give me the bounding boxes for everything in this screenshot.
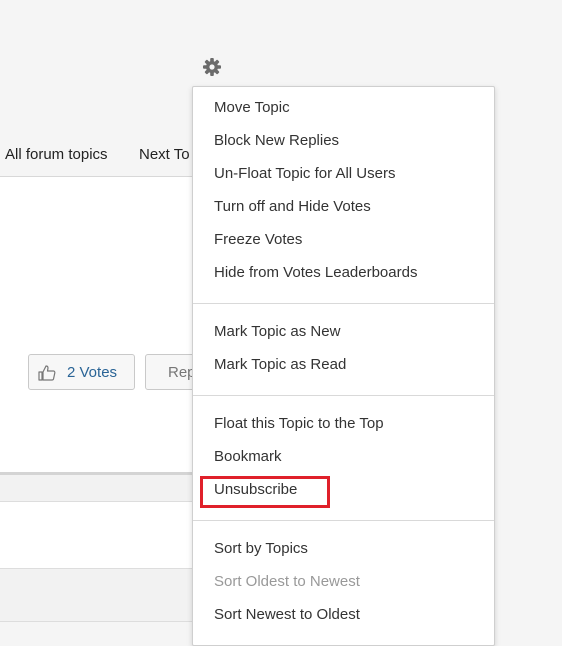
- next-topic-link[interactable]: Next To: [139, 146, 190, 163]
- topic-navigation: All forum topics Next To: [0, 140, 220, 177]
- menu-item-hide-votes[interactable]: Turn off and Hide Votes: [214, 198, 371, 215]
- reply-header-row: [0, 475, 200, 502]
- menu-item-float-to-top[interactable]: Float this Topic to the Top: [214, 415, 384, 432]
- menu-item-move-topic[interactable]: Move Topic: [214, 99, 290, 116]
- menu-item-block-new-replies[interactable]: Block New Replies: [214, 132, 339, 149]
- menu-divider: [193, 303, 494, 304]
- post-content: [0, 177, 200, 475]
- menu-item-sort-newest-to-oldest[interactable]: Sort Newest to Oldest: [214, 606, 360, 623]
- votes-button[interactable]: 2 Votes: [28, 354, 135, 390]
- menu-item-freeze-votes[interactable]: Freeze Votes: [214, 231, 302, 248]
- menu-item-sort-oldest-to-newest: Sort Oldest to Newest: [214, 573, 360, 590]
- menu-item-mark-read[interactable]: Mark Topic as Read: [214, 356, 346, 373]
- reply-footer-row: [0, 569, 200, 622]
- menu-item-unfloat-topic[interactable]: Un-Float Topic for All Users: [214, 165, 395, 182]
- topic-options-menu: Move Topic Block New Replies Un-Float To…: [192, 86, 495, 646]
- gear-icon[interactable]: [202, 57, 222, 77]
- reply-row: [0, 502, 200, 569]
- unsubscribe-highlight-box: [200, 476, 330, 508]
- all-forum-topics-link[interactable]: All forum topics: [5, 146, 108, 163]
- thumbs-up-icon: [38, 365, 56, 381]
- menu-item-sort-by-topics[interactable]: Sort by Topics: [214, 540, 308, 557]
- menu-item-bookmark[interactable]: Bookmark: [214, 448, 282, 465]
- menu-item-mark-new[interactable]: Mark Topic as New: [214, 323, 340, 340]
- menu-item-hide-leaderboards[interactable]: Hide from Votes Leaderboards: [214, 264, 417, 281]
- menu-divider: [193, 395, 494, 396]
- votes-count: 2 Votes: [67, 364, 118, 381]
- menu-divider: [193, 520, 494, 521]
